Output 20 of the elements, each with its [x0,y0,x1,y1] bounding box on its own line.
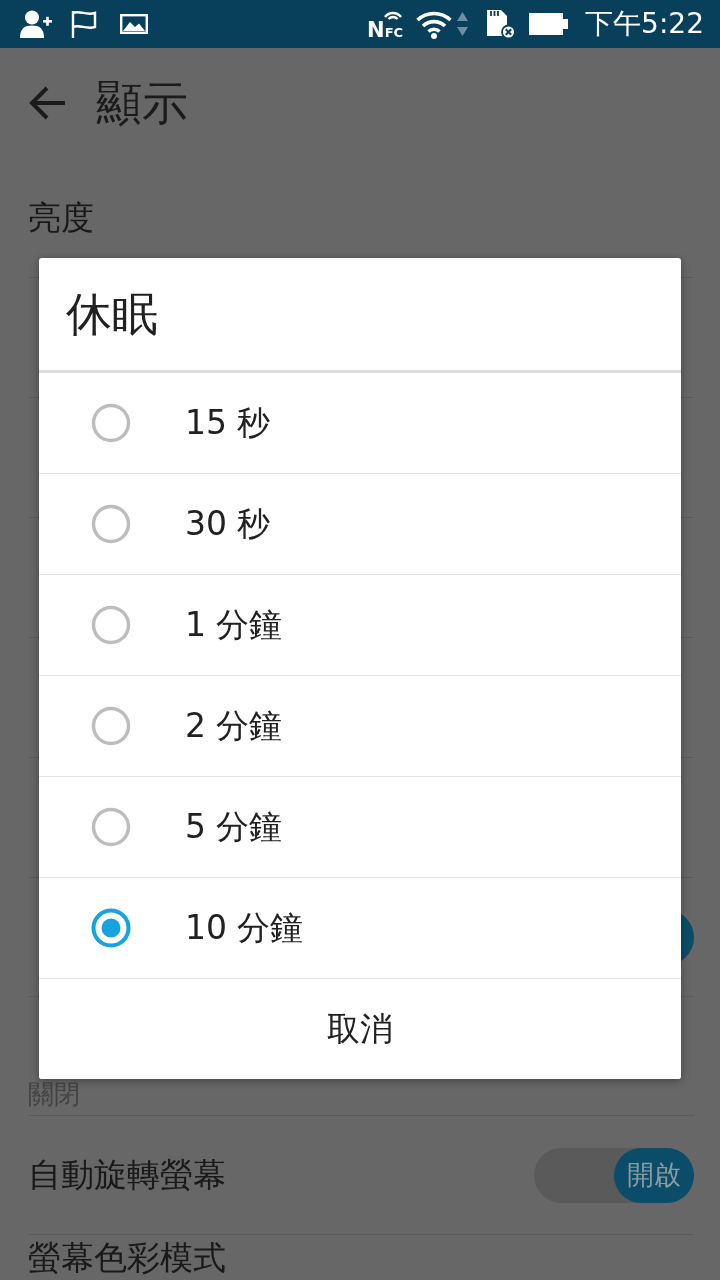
back-arrow-icon[interactable] [28,85,66,121]
radio-option[interactable]: 15 秒 [39,373,681,474]
flag-icon [70,10,98,38]
radio-option[interactable]: 1 分鐘 [39,575,681,676]
sd-card-error-icon [484,9,517,39]
setting-title: 自動旋轉螢幕 [28,1156,226,1194]
data-arrows-icon [457,10,469,38]
radio-option[interactable]: 2 分鐘 [39,676,681,777]
radio-option[interactable]: 5 分鐘 [39,777,681,878]
page-title: 顯示 [96,76,188,130]
setting-title: 螢幕色彩模式 [28,1239,226,1277]
status-time: 下午5:22 [585,7,704,41]
dialog-title: 休眠 [39,258,681,373]
radio-option[interactable]: 30 秒 [39,474,681,575]
person-add-icon [20,10,52,38]
battery-icon [529,12,570,36]
image-icon [120,14,148,34]
setting-title: 亮度 [28,198,94,237]
wifi-icon [415,9,454,39]
cancel-button[interactable]: 取消 [39,979,681,1079]
